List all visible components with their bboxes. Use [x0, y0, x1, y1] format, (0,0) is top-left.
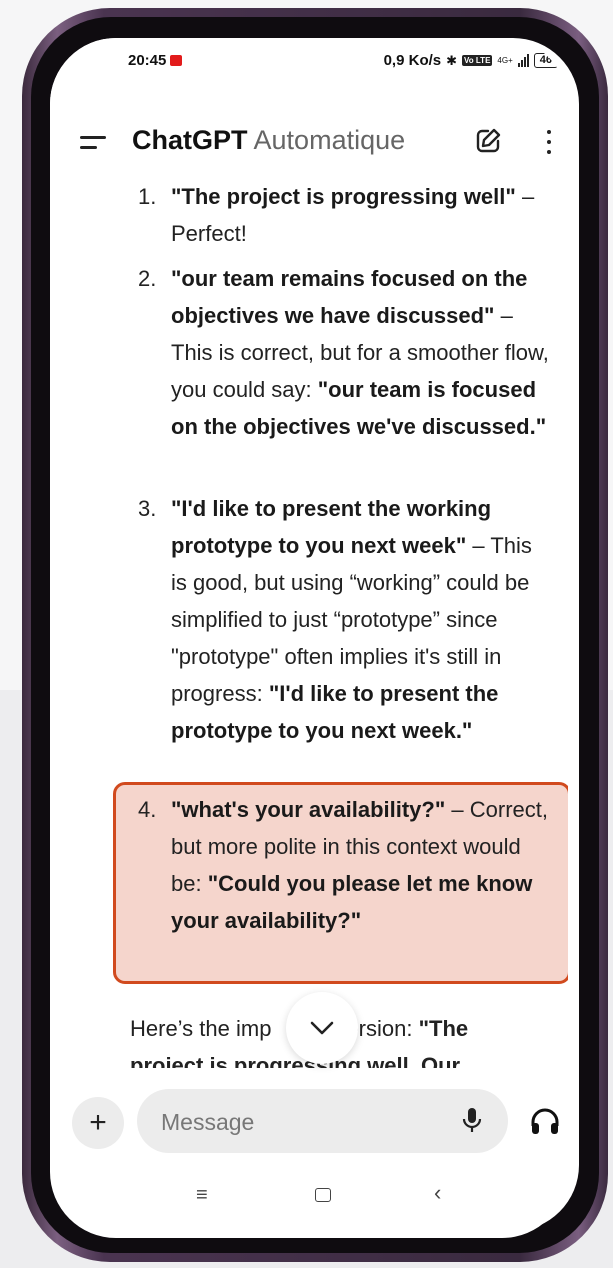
message-field[interactable]: [137, 1089, 508, 1155]
home-icon[interactable]: [315, 1188, 331, 1202]
quote-text: "I'd like to present the working prototy…: [171, 496, 492, 558]
list-number: 1.: [138, 184, 157, 209]
list-number: 4.: [138, 797, 157, 822]
list-item: 1. "The project is progressing well" – P…: [138, 178, 551, 252]
message-input[interactable]: [159, 1089, 443, 1155]
app-screen: 20:45 0,9 Ko/s ✱ Vo LTE 4G+ 46 ChatGPT A…: [50, 38, 568, 1238]
attach-button[interactable]: +: [72, 1097, 124, 1149]
plus-icon: +: [89, 1106, 107, 1139]
list-number: 3.: [138, 496, 157, 521]
suggestion-text: "Could you please let me know your avail…: [171, 871, 533, 933]
quote-text: "what's your availability?": [171, 797, 446, 822]
recents-icon[interactable]: ≡: [196, 1184, 208, 1207]
mic-icon[interactable]: [462, 1107, 482, 1140]
chat-message: 1. "The project is progressing well" – P…: [50, 38, 568, 1068]
list-item: 4. "what's your availability?" – Correct…: [138, 791, 551, 939]
system-nav-bar: ≡ ‹: [50, 1176, 568, 1216]
quote-text: "our team remains focused on the objecti…: [171, 266, 528, 328]
scroll-down-button[interactable]: [286, 992, 358, 1064]
list-item: 2. "our team remains focused on the obje…: [138, 260, 551, 445]
voice-mode-icon[interactable]: [530, 1108, 560, 1141]
back-icon[interactable]: ‹: [434, 1180, 441, 1206]
list-number: 2.: [138, 266, 157, 291]
list-item: 3. "I'd like to present the working prot…: [138, 490, 551, 749]
quote-text: "The project is progressing well": [171, 184, 516, 209]
chevron-down-icon: [310, 1021, 334, 1035]
